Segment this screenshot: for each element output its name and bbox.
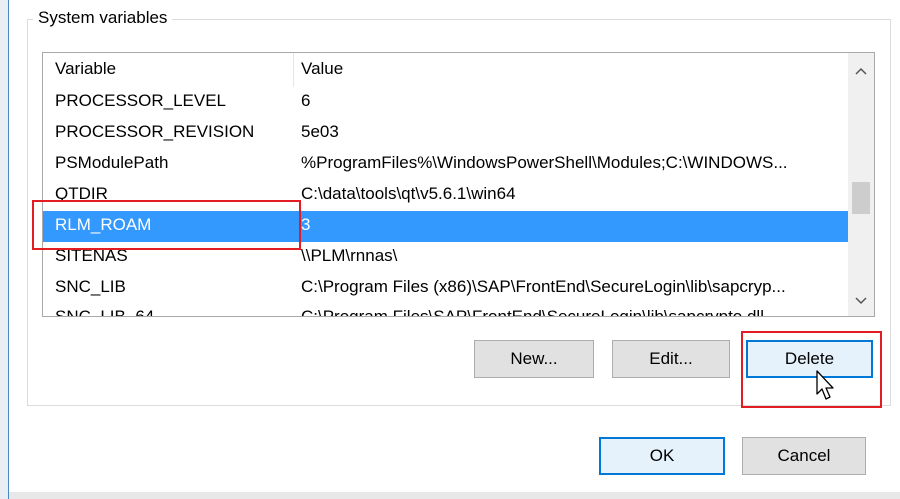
chevron-up-icon[interactable]	[848, 57, 874, 83]
variable-value: 5e03	[301, 122, 339, 141]
table-row[interactable]: SNC_LIB C:\Program Files (x86)\SAP\Front…	[43, 273, 848, 304]
table-row[interactable]: PROCESSOR_REVISION 5e03	[43, 118, 848, 149]
variable-name: SNC_LIB_64	[55, 307, 155, 317]
variable-value: %ProgramFiles%\WindowsPowerShell\Modules…	[301, 153, 788, 172]
variable-name: PROCESSOR_REVISION	[55, 122, 255, 141]
vertical-scrollbar[interactable]	[848, 53, 874, 316]
cancel-button[interactable]: Cancel	[742, 437, 866, 475]
window-edge	[0, 0, 8, 499]
variable-value: C:\data\tools\qt\v5.6.1\win64	[301, 184, 516, 203]
table-row[interactable]: QTDIR C:\data\tools\qt\v5.6.1\win64	[43, 180, 848, 211]
table-row-selected[interactable]: RLM_ROAM 3	[43, 211, 848, 242]
column-header-value[interactable]: Value	[301, 59, 343, 79]
column-header-variable[interactable]: Variable	[55, 59, 116, 79]
table-row[interactable]: SNC_LIB_64 C:\Program Files\SAP\FrontEnd…	[43, 303, 848, 317]
system-variables-list[interactable]: Variable Value PROCESSOR_LEVEL 6 PROCESS…	[42, 52, 875, 317]
mouse-pointer-icon	[816, 370, 834, 400]
variable-value: 6	[301, 91, 311, 110]
table-row[interactable]: PROCESSOR_LEVEL 6	[43, 87, 848, 118]
variable-name: QTDIR	[55, 184, 108, 203]
variable-name: RLM_ROAM	[55, 215, 152, 234]
new-button[interactable]: New...	[474, 340, 594, 378]
chevron-down-icon[interactable]	[848, 287, 874, 313]
delete-button[interactable]: Delete	[746, 340, 873, 378]
variable-value: C:\Program Files (x86)\SAP\FrontEnd\Secu…	[301, 277, 786, 296]
table-row[interactable]: SITENAS \\PLM\rnnas\	[43, 242, 848, 273]
variable-value: C:\Program Files\SAP\FrontEnd\SecureLogi…	[301, 307, 764, 317]
variable-name: SITENAS	[55, 246, 128, 265]
ok-button[interactable]: OK	[599, 437, 725, 475]
variable-value: \\PLM\rnnas\	[301, 246, 398, 265]
window-bottom-edge	[9, 492, 900, 499]
group-title: System variables	[33, 8, 173, 28]
variable-value: 3	[301, 215, 311, 234]
table-row[interactable]: PSModulePath %ProgramFiles%\WindowsPower…	[43, 149, 848, 180]
variable-name: SNC_LIB	[55, 277, 126, 296]
list-header: Variable Value	[43, 53, 848, 87]
variable-name: PSModulePath	[55, 153, 169, 172]
variable-name: PROCESSOR_LEVEL	[55, 91, 227, 110]
column-divider[interactable]	[293, 53, 294, 87]
scrollbar-thumb[interactable]	[852, 182, 870, 214]
edit-button[interactable]: Edit...	[612, 340, 730, 378]
window-edge-line	[8, 0, 9, 499]
